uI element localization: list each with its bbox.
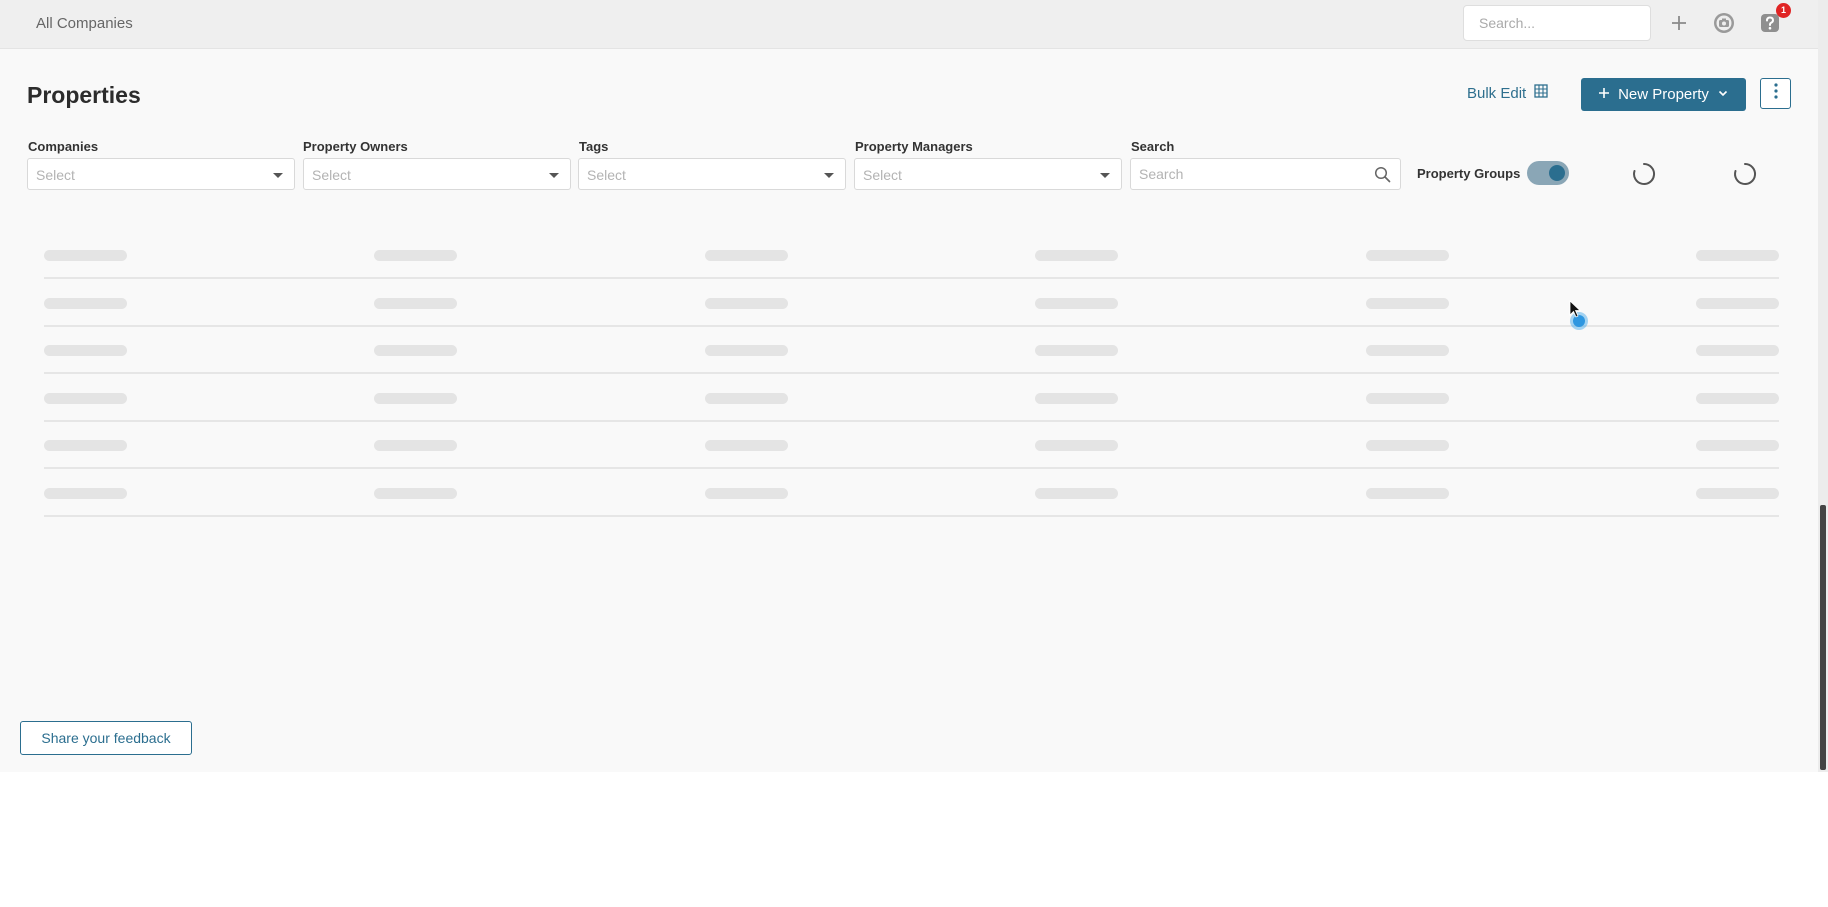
skeleton-cell (1696, 440, 1779, 451)
skeleton-cell (1696, 392, 1779, 404)
skeleton-cell (1696, 250, 1779, 261)
search-filter-label: Search (1131, 139, 1175, 154)
tags-select[interactable]: Select (578, 158, 846, 190)
mouse-cursor-icon (1568, 300, 1598, 332)
property-search-input[interactable] (1131, 159, 1369, 189)
skeleton-cell (704, 297, 788, 309)
skeleton-cell (1365, 250, 1449, 261)
plus-icon[interactable] (1666, 10, 1692, 36)
search-icon[interactable] (1374, 166, 1391, 188)
property-managers-filter-label: Property Managers (855, 139, 973, 154)
loading-spinner-icon (1632, 162, 1656, 191)
table-row (44, 326, 1779, 374)
table-row (44, 421, 1779, 469)
share-feedback-button[interactable]: Share your feedback (20, 721, 192, 755)
table-row (44, 469, 1779, 517)
companies-select-placeholder: Select (36, 167, 75, 183)
new-property-button[interactable]: New Property (1581, 78, 1746, 111)
skeleton-cell (374, 297, 458, 309)
skeleton-cell (1035, 345, 1119, 356)
skeleton-cell (1365, 297, 1449, 309)
property-groups-toggle[interactable] (1527, 161, 1569, 185)
skeleton-cell (44, 392, 127, 404)
caret-down-icon (273, 173, 283, 178)
skeleton-cell (1696, 487, 1779, 499)
skeleton-cell (1035, 392, 1119, 404)
skeleton-cell (1035, 250, 1119, 261)
skeleton-cell (704, 392, 788, 404)
new-property-label: New Property (1618, 86, 1709, 103)
chevron-down-icon (1717, 86, 1729, 103)
global-search-input[interactable] (1463, 5, 1651, 41)
caret-down-icon (824, 173, 834, 178)
skeleton-cell (1365, 392, 1449, 404)
skeleton-cell (1365, 345, 1449, 356)
skeleton-cell (704, 487, 788, 499)
caret-down-icon (1100, 173, 1110, 178)
property-groups-label: Property Groups (1417, 166, 1521, 181)
skeleton-cell (44, 345, 127, 356)
companies-filter-label: Companies (28, 139, 99, 154)
skeleton-cell (1696, 345, 1779, 356)
skeleton-cell (1035, 487, 1119, 499)
skeleton-cell (44, 487, 127, 499)
skeleton-cell (374, 487, 458, 499)
skeleton-cell (704, 250, 788, 261)
table-row (44, 279, 1779, 327)
property-managers-select[interactable]: Select (854, 158, 1122, 190)
property-owners-select-placeholder: Select (312, 167, 351, 183)
bulk-edit-label: Bulk Edit (1467, 84, 1527, 102)
notification-badge: 1 (1776, 3, 1791, 18)
skeleton-cell (1035, 440, 1119, 451)
skeleton-cell (1696, 297, 1779, 309)
tags-filter-label: Tags (579, 139, 609, 154)
scrollbar-thumb[interactable] (1820, 505, 1826, 770)
table-row (44, 231, 1779, 279)
skeleton-cell (1035, 297, 1119, 309)
grid-icon (1534, 84, 1548, 102)
row-divider (44, 514, 1779, 517)
app-window: All Companies 1 Properties Bulk Edit (0, 0, 1818, 772)
caret-down-icon (549, 173, 559, 178)
toggle-knob (1549, 165, 1565, 181)
skeleton-cell (704, 440, 788, 451)
bulk-edit-button[interactable]: Bulk Edit (1467, 84, 1548, 102)
more-options-button[interactable] (1760, 78, 1791, 109)
plus-icon (1598, 86, 1610, 103)
skeleton-cell (44, 250, 127, 261)
skeleton-cell (704, 345, 788, 356)
camera-icon[interactable] (1711, 10, 1737, 36)
loading-spinner-icon (1733, 162, 1757, 191)
top-bar: All Companies 1 (0, 0, 1818, 49)
skeleton-cell (374, 250, 458, 261)
kebab-menu-icon (1773, 82, 1779, 105)
skeleton-cell (44, 297, 127, 309)
property-owners-filter-label: Property Owners (303, 139, 408, 154)
property-managers-select-placeholder: Select (863, 167, 902, 183)
property-search-box (1130, 158, 1401, 190)
property-owners-select[interactable]: Select (303, 158, 571, 190)
breadcrumb[interactable]: All Companies (36, 15, 133, 32)
skeleton-cell (1365, 440, 1449, 451)
skeleton-cell (374, 345, 458, 356)
companies-select[interactable]: Select (27, 158, 295, 190)
tags-select-placeholder: Select (587, 167, 626, 183)
window-edge (1818, 0, 1828, 772)
skeleton-cell (374, 392, 458, 404)
page-title: Properties (27, 82, 141, 108)
skeleton-cell (1365, 487, 1449, 499)
skeleton-cell (374, 440, 458, 451)
table-row (44, 374, 1779, 422)
skeleton-cell (44, 440, 127, 451)
